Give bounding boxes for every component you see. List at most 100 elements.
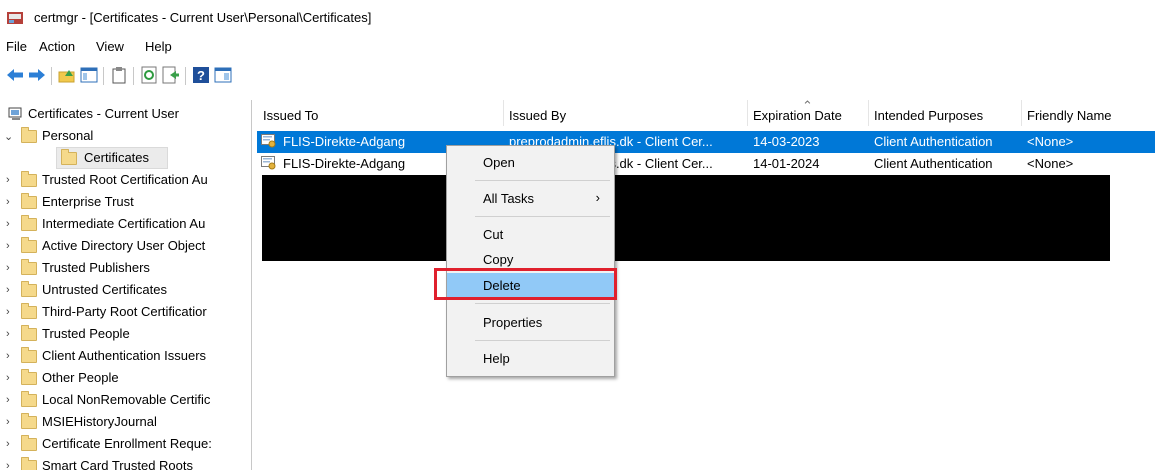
column-header-expiration-date[interactable]: ⌃ Expiration Date — [747, 98, 869, 126]
up-folder-icon[interactable] — [57, 65, 77, 85]
tree-item-label: Other People — [42, 370, 119, 385]
tree-item[interactable]: › Other People — [6, 368, 251, 390]
menu-separator — [475, 216, 610, 217]
chevron-down-icon[interactable]: ⌄ — [6, 130, 14, 143]
chevron-right-icon[interactable]: › — [6, 262, 16, 274]
tree-item-label: Client Authentication Issuers — [42, 348, 207, 363]
title-bar: certmgr - [Certificates - Current User\P… — [0, 0, 1155, 34]
folder-icon — [21, 281, 37, 297]
svg-text:?: ? — [197, 68, 205, 83]
chevron-right-icon[interactable]: › — [6, 174, 16, 186]
chevron-right-icon[interactable]: › — [6, 350, 16, 362]
tree-item[interactable]: › Trusted People — [6, 324, 251, 346]
tree-item-root[interactable]: Certificates - Current User — [6, 104, 251, 126]
menu-view[interactable]: View — [96, 39, 124, 54]
tree-item[interactable]: › Intermediate Certification Au — [6, 214, 251, 236]
tree-item-label: Active Directory User Object — [42, 238, 206, 253]
tree-item-label: MSIEHistoryJournal — [42, 414, 157, 429]
tree-item-label: Trusted People — [42, 326, 130, 341]
folder-icon — [21, 237, 37, 253]
redacted-rows — [613, 175, 1110, 261]
tree-item[interactable]: › Trusted Publishers — [6, 258, 251, 280]
tree-item-label: Certificate Enrollment Reque: — [42, 436, 212, 451]
redacted-rows — [262, 175, 446, 261]
chevron-right-icon[interactable]: › — [6, 196, 16, 208]
highlight-callout-box — [434, 268, 617, 300]
folder-icon — [21, 369, 37, 385]
tree-item[interactable]: › Third-Party Root Certificatior — [6, 302, 251, 324]
tree-item[interactable]: › Local NonRemovable Certific — [6, 390, 251, 412]
chevron-right-icon[interactable]: › — [6, 394, 16, 406]
chevron-right-icon[interactable]: › — [6, 460, 16, 470]
tree-item[interactable]: › Smart Card Trusted Roots — [6, 456, 251, 470]
computer-certificate-icon — [8, 107, 22, 120]
menu-action[interactable]: Action — [39, 39, 75, 54]
table-row[interactable]: FLIS-Direkte-Adgangpreprodadmin.eflis.dk… — [257, 153, 1155, 175]
tree-label-certificates: Certificates — [84, 150, 150, 165]
chevron-right-icon[interactable]: › — [6, 284, 16, 296]
menu-item-all-tasks[interactable]: All Tasks › — [447, 186, 614, 210]
tree-item[interactable]: › Client Authentication Issuers — [6, 346, 251, 368]
certmgr-app-icon — [7, 12, 23, 24]
console-tree: Certificates - Current User ⌄ Personal C… — [6, 100, 252, 470]
folder-icon — [21, 325, 37, 341]
tree-label-personal: Personal — [42, 128, 94, 143]
tree-item[interactable]: › Enterprise Trust — [6, 192, 251, 214]
column-header-issued-by[interactable]: Issued By — [503, 100, 748, 126]
column-header-intended-purposes[interactable]: Intended Purposes — [868, 100, 1022, 126]
chevron-right-icon[interactable]: › — [6, 416, 16, 428]
tree-item-label: Third-Party Root Certificatior — [42, 304, 207, 319]
folder-icon — [21, 259, 37, 275]
refresh-icon[interactable] — [139, 65, 159, 85]
menu-help[interactable]: Help — [145, 39, 172, 54]
tree-item[interactable]: › Certificate Enrollment Reque: — [6, 434, 251, 456]
toolbar: ? — [0, 62, 1155, 90]
tree-item-label: Local NonRemovable Certific — [42, 392, 211, 407]
chevron-right-icon[interactable]: › — [6, 438, 16, 450]
back-arrow-icon[interactable] — [5, 65, 25, 85]
toolbar-separator — [103, 67, 104, 85]
menu-item-open[interactable]: Open — [447, 150, 614, 174]
table-row[interactable]: FLIS-Direkte-Adgangpreprodadmin.eflis.dk… — [257, 131, 1155, 153]
chevron-right-icon[interactable]: › — [6, 372, 16, 384]
column-header-issued-to[interactable]: Issued To — [257, 100, 504, 126]
folder-icon — [21, 391, 37, 407]
cell-friendly: <None> — [1027, 134, 1074, 149]
certificate-icon — [261, 134, 276, 148]
menu-item-properties[interactable]: Properties — [447, 310, 614, 334]
toolbar-separator — [185, 67, 186, 85]
console-icon[interactable] — [213, 65, 233, 85]
folder-icon — [61, 149, 77, 165]
tree-item[interactable]: › Trusted Root Certification Au — [6, 170, 251, 192]
folder-icon — [21, 435, 37, 451]
chevron-right-icon[interactable]: › — [6, 240, 16, 252]
export-list-icon[interactable] — [161, 65, 181, 85]
tree-item[interactable]: › Active Directory User Object — [6, 236, 251, 258]
chevron-right-icon[interactable]: › — [6, 328, 16, 340]
context-menu: Open All Tasks › Cut Copy Delete Propert… — [446, 145, 615, 377]
menu-item-help[interactable]: Help — [447, 346, 614, 370]
submenu-arrow-icon: › — [595, 190, 600, 205]
tree-item[interactable]: › Untrusted Certificates — [6, 280, 251, 302]
column-header-friendly-name[interactable]: Friendly Name — [1021, 100, 1155, 126]
tree-item-label: Intermediate Certification Au — [42, 216, 206, 231]
menu-item-cut[interactable]: Cut — [447, 222, 614, 246]
menu-file[interactable]: File — [6, 39, 27, 54]
tree-item-personal[interactable]: ⌄ Personal — [6, 126, 251, 148]
help-icon[interactable]: ? — [191, 65, 211, 85]
forward-arrow-icon[interactable] — [27, 65, 47, 85]
chevron-right-icon[interactable]: › — [6, 218, 16, 230]
folder-icon — [21, 171, 37, 187]
tree-item[interactable]: › MSIEHistoryJournal — [6, 412, 251, 434]
tree-item-certificates[interactable]: Certificates — [56, 147, 168, 169]
properties-icon[interactable] — [109, 65, 129, 85]
cell-expiration: 14-03-2023 — [753, 134, 820, 149]
folder-open-icon — [21, 127, 37, 143]
chevron-right-icon[interactable]: › — [6, 306, 16, 318]
cell-purposes: Client Authentication — [874, 156, 993, 171]
folder-icon — [21, 215, 37, 231]
show-hide-tree-icon[interactable] — [79, 65, 99, 85]
tree-item-label: Trusted Publishers — [42, 260, 150, 275]
cell-expiration: 14-01-2024 — [753, 156, 820, 171]
toolbar-separator — [51, 67, 52, 85]
